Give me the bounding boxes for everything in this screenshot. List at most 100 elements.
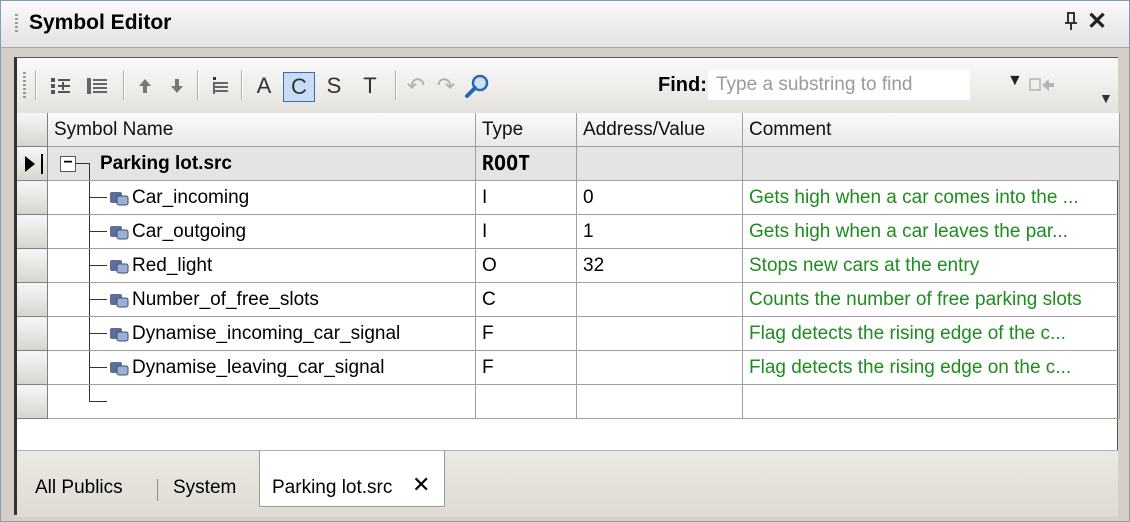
find-go-icon[interactable] (1029, 76, 1055, 94)
table-row[interactable]: Car_outgoing I 1 Gets high when a car le… (17, 215, 1120, 249)
cell-type[interactable]: ROOT (476, 147, 577, 181)
title-grip[interactable] (15, 14, 18, 34)
move-up-icon[interactable] (133, 72, 157, 100)
grid-header: Symbol Name Type Address/Value Comment (17, 113, 1120, 147)
column-header-symbol-name[interactable]: Symbol Name (48, 113, 476, 147)
cell-symbol-name[interactable]: Number_of_free_slots (48, 283, 476, 317)
toolbar-overflow-icon[interactable]: ▼ (1099, 90, 1113, 106)
row-selector[interactable] (17, 317, 48, 351)
symbol-editor-window: Symbol Editor ✕ A C S T ↶ ↷ Find: Type a… (0, 0, 1130, 522)
cell-comment[interactable] (743, 385, 1120, 419)
symbol-icon (110, 294, 129, 308)
find-dropdown-icon[interactable]: ▼ (1007, 72, 1023, 90)
tree-line (89, 249, 90, 282)
table-row[interactable]: Number_of_free_slots C Counts the number… (17, 283, 1120, 317)
tree-line (89, 367, 107, 368)
table-row-new[interactable] (17, 385, 1120, 419)
symbol-icon (110, 260, 129, 274)
table-row-root[interactable]: − Parking lot.src ROOT (17, 147, 1120, 181)
row-selector[interactable] (17, 181, 48, 215)
tab-parking-lot-label: Parking lot.src (272, 477, 393, 498)
cell-symbol-name[interactable]: Dynamise_incoming_car_signal (48, 317, 476, 351)
cell-address[interactable] (577, 351, 743, 385)
cell-type[interactable]: I (476, 215, 577, 249)
table-row[interactable]: Car_incoming I 0 Gets high when a car co… (17, 181, 1120, 215)
find-input[interactable] (708, 70, 970, 100)
table-row[interactable]: Red_light O 32 Stops new cars at the ent… (17, 249, 1120, 283)
filter-all-button[interactable]: A (249, 72, 279, 100)
columns-icon[interactable] (47, 72, 75, 100)
pin-icon[interactable] (1063, 11, 1079, 36)
cell-address[interactable]: 32 (577, 249, 743, 283)
tab-system[interactable]: System (173, 477, 236, 499)
cell-symbol-name[interactable]: Dynamise_leaving_car_signal (48, 351, 476, 385)
column-header-address[interactable]: Address/Value (577, 113, 743, 147)
tab-all-publics[interactable]: All Publics (35, 477, 123, 499)
cell-symbol-name[interactable]: Red_light (48, 249, 476, 283)
move-up-icon-shape (139, 79, 151, 93)
row-selector[interactable] (17, 351, 48, 385)
tree-line (89, 265, 107, 266)
document-tabs: All Publics System Parking lot.src ✕ (17, 450, 1118, 517)
cell-address[interactable] (577, 317, 743, 351)
list-icon-shape (87, 78, 107, 94)
cell-comment[interactable]: Gets high when a car leaves the par... (743, 215, 1120, 249)
root-name: Parking lot.src (100, 153, 232, 174)
cell-address[interactable]: 1 (577, 215, 743, 249)
list-icon[interactable] (83, 72, 111, 100)
row-selector[interactable] (17, 215, 48, 249)
cell-address[interactable] (577, 147, 743, 181)
cell-symbol-name[interactable]: − Parking lot.src (48, 147, 476, 181)
toolbar: A C S T ↶ ↷ Find: ▼ ▼ (17, 58, 1118, 114)
cell-address[interactable] (577, 385, 743, 419)
tab-separator (157, 479, 158, 501)
tree-line (89, 333, 107, 334)
search-icon (465, 74, 489, 98)
cell-type[interactable]: I (476, 181, 577, 215)
cell-symbol-name[interactable]: Car_outgoing (48, 215, 476, 249)
redo-icon[interactable]: ↷ (433, 72, 459, 100)
row-marker (41, 154, 43, 174)
find-search-icon[interactable] (463, 72, 491, 100)
cell-symbol-name[interactable] (48, 385, 476, 419)
symbol-name: Dynamise_leaving_car_signal (132, 357, 385, 378)
table-row[interactable]: Dynamise_leaving_car_signal F Flag detec… (17, 351, 1120, 385)
cell-comment[interactable]: Stops new cars at the entry (743, 249, 1120, 283)
tab-close-icon[interactable]: ✕ (412, 472, 430, 498)
tree-line (89, 197, 107, 198)
tab-parking-lot[interactable]: Parking lot.src ✕ (259, 451, 445, 507)
table-row[interactable]: Dynamise_incoming_car_signal F Flag dete… (17, 317, 1120, 351)
column-header-type[interactable]: Type (476, 113, 577, 147)
filter-s-button[interactable]: S (319, 72, 349, 100)
row-selector[interactable] (17, 249, 48, 283)
toolbar-separator (395, 70, 397, 100)
cell-comment[interactable]: Gets high when a car comes into the ... (743, 181, 1120, 215)
cell-type[interactable] (476, 385, 577, 419)
cell-comment[interactable]: Flag detects the rising edge of the c... (743, 317, 1120, 351)
move-down-icon-shape (171, 79, 183, 93)
undo-icon[interactable]: ↶ (403, 72, 429, 100)
filter-c-button[interactable]: C (283, 72, 315, 102)
row-selector[interactable] (17, 283, 48, 317)
collapse-icon[interactable]: − (60, 155, 76, 172)
cell-comment[interactable]: Counts the number of free parking slots (743, 283, 1120, 317)
close-icon[interactable]: ✕ (1087, 7, 1107, 36)
cell-symbol-name[interactable]: Car_incoming (48, 181, 476, 215)
row-selector[interactable] (17, 147, 48, 181)
cell-comment[interactable] (743, 147, 1120, 181)
cell-type[interactable]: C (476, 283, 577, 317)
cell-type[interactable]: O (476, 249, 577, 283)
move-down-icon[interactable] (165, 72, 189, 100)
toolbar-grip[interactable] (23, 72, 26, 100)
insert-row-icon[interactable] (207, 72, 233, 100)
row-selector[interactable] (17, 385, 48, 419)
cell-type[interactable]: F (476, 351, 577, 385)
cell-comment[interactable]: Flag detects the rising edge on the c... (743, 351, 1120, 385)
filter-t-button[interactable]: T (355, 72, 385, 100)
cell-address[interactable]: 0 (577, 181, 743, 215)
column-header-comment[interactable]: Comment (743, 113, 1120, 147)
cell-address[interactable] (577, 283, 743, 317)
tree-line (89, 215, 90, 248)
cell-type[interactable]: F (476, 317, 577, 351)
tree-line (89, 385, 90, 401)
